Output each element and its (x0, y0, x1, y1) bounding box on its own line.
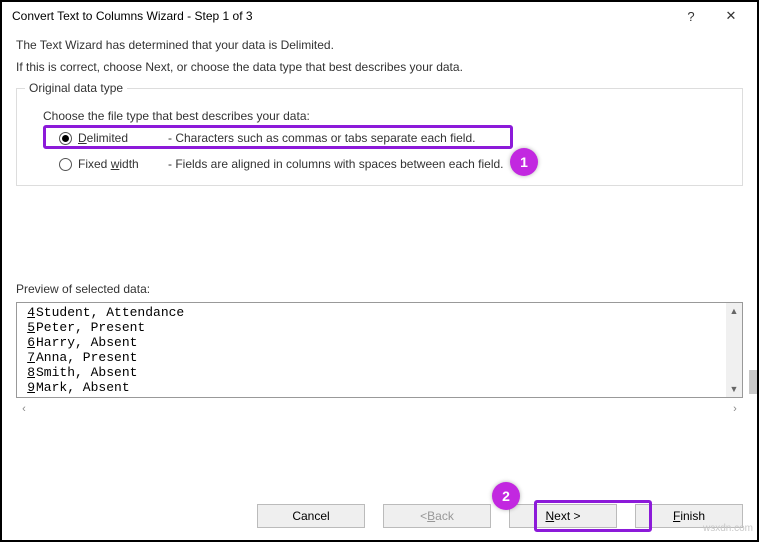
preview-box: 4Student, Attendance 5Peter, Present 6Ha… (16, 302, 743, 398)
radio-delimited-label: Delimited (78, 131, 168, 145)
dialog-window: Convert Text to Columns Wizard - Step 1 … (0, 0, 759, 542)
radio-delimited-desc: - Characters such as commas or tabs sepa… (168, 131, 475, 145)
outer-scroll-thumb[interactable] (749, 370, 757, 394)
close-button[interactable]: ✕ (711, 3, 751, 29)
preview-row: 5Peter, Present (21, 320, 738, 335)
preview-row: 9Mark, Absent (21, 380, 738, 395)
scroll-down-icon[interactable]: ▼ (726, 381, 742, 397)
preview-lines: 4Student, Attendance 5Peter, Present 6Ha… (17, 303, 742, 397)
radio-fixed-width-desc: - Fields are aligned in columns with spa… (168, 157, 504, 171)
preview-row: 6Harry, Absent (21, 335, 738, 350)
intro-line-1: The Text Wizard has determined that your… (16, 36, 743, 58)
radio-icon (59, 132, 72, 145)
radio-fixed-width-label: Fixed width (78, 157, 168, 171)
radio-delimited[interactable]: Delimited - Characters such as commas or… (29, 129, 730, 147)
scroll-right-icon[interactable]: › (727, 403, 743, 415)
original-data-type-group: Original data type Choose the file type … (16, 88, 743, 186)
preview-horizontal-scrollbar[interactable]: ‹ › (16, 400, 743, 418)
preview-label: Preview of selected data: (16, 186, 743, 302)
dialog-body: The Text Wizard has determined that your… (2, 30, 757, 418)
callout-1: 1 (510, 148, 538, 176)
preview-row: 4Student, Attendance (21, 305, 738, 320)
preview-row: 7Anna, Present (21, 350, 738, 365)
help-button[interactable]: ? (671, 3, 711, 29)
preview-vertical-scrollbar[interactable]: ▲ ▼ (726, 303, 742, 397)
window-title: Convert Text to Columns Wizard - Step 1 … (12, 9, 671, 23)
titlebar: Convert Text to Columns Wizard - Step 1 … (2, 2, 757, 30)
preview-row: 8Smith, Absent (21, 365, 738, 380)
next-button[interactable]: Next > (509, 504, 617, 528)
callout-2: 2 (492, 482, 520, 510)
scroll-up-icon[interactable]: ▲ (726, 303, 742, 319)
watermark: wsxdn.com (703, 523, 753, 534)
choose-label: Choose the file type that best describes… (29, 105, 730, 129)
scroll-left-icon[interactable]: ‹ (16, 403, 32, 415)
back-button[interactable]: < Back (383, 504, 491, 528)
radio-fixed-width[interactable]: Fixed width - Fields are aligned in colu… (29, 155, 730, 173)
cancel-button[interactable]: Cancel (257, 504, 365, 528)
button-bar: Cancel < Back Next > Finish (2, 504, 743, 528)
radio-icon (59, 158, 72, 171)
group-legend: Original data type (25, 81, 127, 95)
